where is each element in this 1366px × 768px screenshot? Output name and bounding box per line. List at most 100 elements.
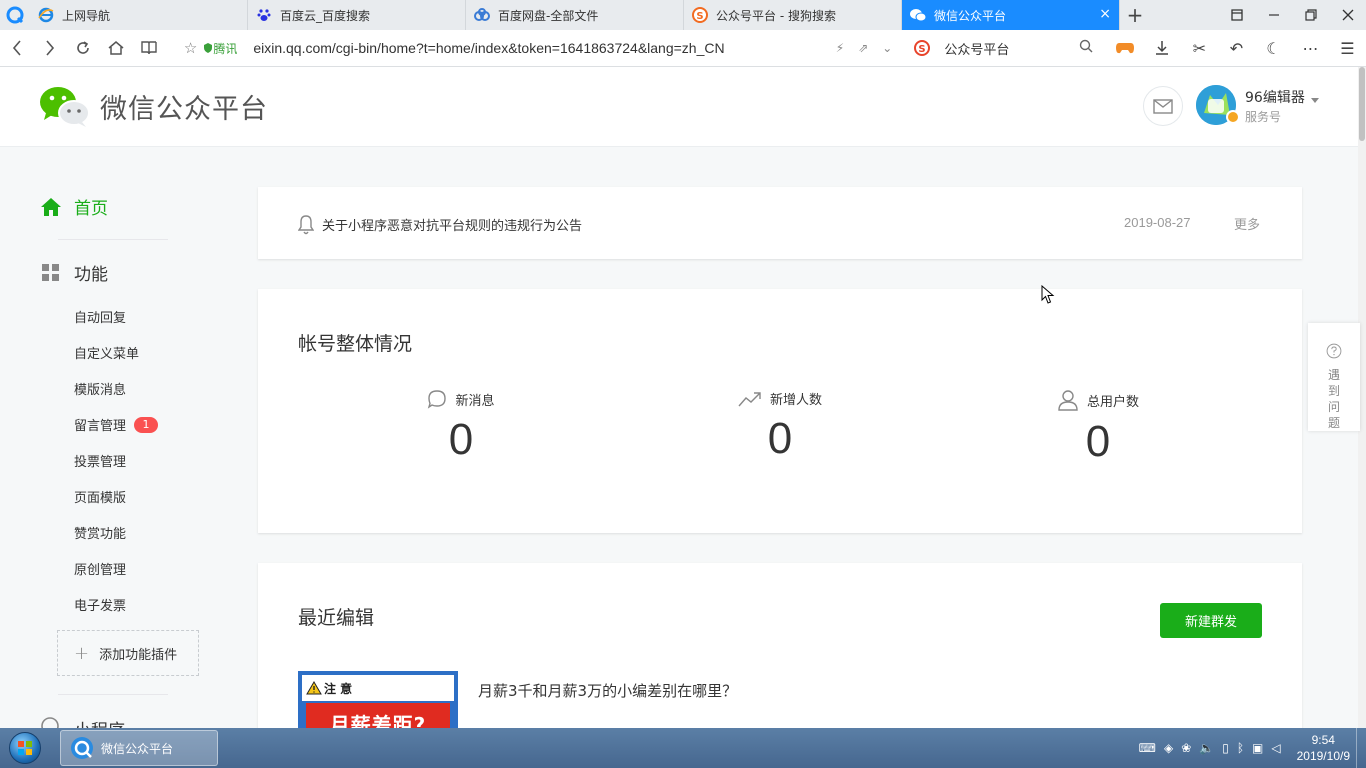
refresh-icon[interactable]	[66, 30, 99, 67]
tab-baidu-search[interactable]: 百度云_百度搜索	[248, 0, 466, 30]
tab-nav[interactable]: 上网导航	[30, 0, 248, 30]
restore-icon[interactable]	[1292, 0, 1329, 30]
sidebar-item-template-msg[interactable]: 模版消息	[74, 379, 126, 398]
sidebar-item-custom-menu[interactable]: 自定义菜单	[74, 343, 139, 362]
tab-sogou-search[interactable]: S 公众号平台 - 搜狗搜索	[684, 0, 902, 30]
verified-badge-icon	[1226, 110, 1240, 124]
browser-logo-icon[interactable]	[0, 0, 30, 30]
sidebar-item-auto-reply[interactable]: 自动回复	[74, 307, 126, 326]
more-icon[interactable]: ⋯	[1292, 39, 1329, 58]
new-mass-send-button[interactable]: 新建群发	[1160, 603, 1262, 638]
network-icon[interactable]: ▣	[1252, 741, 1263, 755]
stat-new-followers[interactable]: 新增人数 0	[700, 389, 860, 479]
tab-close-icon[interactable]: ×	[1099, 6, 1111, 22]
sidebar-item-invoice[interactable]: 电子发票	[74, 595, 126, 614]
cloud-disk-icon	[474, 7, 490, 23]
ie-icon	[38, 7, 54, 23]
chevron-down-icon[interactable]: ⌄	[882, 41, 892, 55]
undo-icon[interactable]: ↶	[1218, 39, 1255, 58]
sidebar-item-reward[interactable]: 赞赏功能	[74, 523, 126, 542]
tab-wechat-mp[interactable]: 微信公众平台 ×	[902, 0, 1120, 30]
article-title-link[interactable]: 月薪3千和月薪3万的小编差别在哪里？	[478, 680, 737, 701]
notice-more-link[interactable]: 更多	[1234, 214, 1260, 233]
close-window-icon[interactable]	[1329, 0, 1366, 30]
new-tab-button[interactable]: +	[1120, 0, 1150, 30]
tray-app-icon[interactable]: ◈	[1164, 741, 1173, 755]
sidebar-item-label: 自定义菜单	[74, 347, 140, 362]
overview-title: 帐号整体情况	[298, 333, 413, 355]
menu-icon[interactable]: ☰	[1329, 39, 1366, 58]
address-bar: ☆ 腾讯 eixin.qq.com/cgi-bin/home?t=home/in…	[0, 30, 1366, 67]
volume-icon[interactable]: 🔈	[1199, 741, 1214, 755]
download-icon[interactable]	[1144, 39, 1181, 58]
add-plugin-button[interactable]: + 添加功能插件	[57, 630, 199, 676]
caret-down-icon[interactable]	[1311, 98, 1319, 103]
bluetooth-icon[interactable]: ᛒ	[1237, 741, 1244, 755]
tab-baidu-pan[interactable]: 百度网盘-全部文件	[466, 0, 684, 30]
tab-title: 百度网盘-全部文件	[498, 8, 599, 23]
sidebar-toggle-icon[interactable]	[1218, 0, 1255, 30]
account-name[interactable]: 96编辑器	[1245, 87, 1305, 107]
back-icon[interactable]	[0, 30, 33, 67]
stat-new-messages[interactable]: 新消息 0	[381, 389, 541, 479]
forward-icon[interactable]	[33, 30, 66, 67]
mail-button[interactable]	[1143, 86, 1183, 126]
night-mode-icon[interactable]: ☾	[1255, 39, 1292, 58]
search-icon[interactable]	[1079, 39, 1093, 57]
speaker-icon[interactable]: ◁	[1271, 741, 1280, 755]
url-text[interactable]: eixin.qq.com/cgi-bin/home?t=home/index&t…	[253, 40, 724, 56]
sidebar-item-original[interactable]: 原创管理	[74, 559, 126, 578]
game-icon[interactable]	[1107, 39, 1144, 58]
tray-app2-icon[interactable]: ❀	[1181, 741, 1191, 755]
tab-title: 百度云_百度搜索	[280, 8, 371, 23]
search-input[interactable]: 公众号平台	[944, 39, 1079, 58]
sidebar-item-mini-program[interactable]: 小程序	[40, 716, 125, 728]
minimize-icon[interactable]	[1255, 0, 1292, 30]
notice-card: 关于小程序恶意对抗平台规则的违规行为公告 2019-08-27 更多	[258, 187, 1302, 259]
sidebar-item-label: 赞赏功能	[74, 527, 127, 542]
taskbar-item-browser[interactable]: 微信公众平台	[60, 730, 218, 766]
sidebar-item-comments[interactable]: 留言管理 1	[74, 415, 159, 434]
notice-link[interactable]: 关于小程序恶意对抗平台规则的违规行为公告	[322, 215, 582, 234]
svg-text:S: S	[919, 44, 926, 55]
windows-logo-icon	[9, 732, 41, 764]
mini-program-icon	[41, 717, 59, 728]
stat-total-users[interactable]: 总用户数 0	[1018, 389, 1178, 479]
sidebar-item-home[interactable]: 首页	[40, 194, 108, 219]
recent-edit-card: 最近编辑 新建群发 注 意 月薪差距? 月薪3千和月薪3万的小编差别在哪里？	[258, 563, 1302, 743]
browser-app-icon	[71, 737, 93, 759]
sidebar-item-function[interactable]: 功能	[42, 260, 108, 285]
keyboard-icon[interactable]: ⌨	[1139, 741, 1156, 755]
question-icon	[1326, 343, 1342, 359]
home-icon[interactable]	[100, 30, 133, 67]
window-controls	[1218, 0, 1366, 30]
share-icon[interactable]: ⇗	[858, 41, 868, 55]
stat-label: 新增人数	[769, 393, 822, 408]
url-field[interactable]: ☆ 腾讯 eixin.qq.com/cgi-bin/home?t=home/in…	[184, 30, 820, 67]
thumb-warn-text: 注 意	[324, 681, 353, 696]
usb-icon[interactable]: ▯	[1222, 741, 1229, 755]
bell-icon	[297, 215, 315, 239]
site-label: 腾讯	[213, 41, 238, 56]
stat-label: 新消息	[455, 393, 495, 409]
stat-value: 0	[767, 414, 793, 463]
account-type: 服务号	[1245, 110, 1282, 124]
scissors-icon[interactable]: ✂	[1181, 39, 1218, 58]
help-float-button[interactable]: 遇到问题	[1308, 323, 1360, 431]
site-identity[interactable]: 腾讯	[203, 40, 237, 57]
sogou-search-engine-icon[interactable]: S	[912, 38, 932, 58]
start-button[interactable]	[0, 728, 50, 768]
reader-icon[interactable]	[133, 30, 166, 67]
sidebar-mini-label: 小程序	[74, 716, 125, 728]
bookmark-star-icon[interactable]: ☆	[184, 39, 197, 57]
sidebar-item-page-template[interactable]: 页面模版	[74, 487, 126, 506]
search-box[interactable]: S 公众号平台	[912, 38, 1093, 58]
sidebar-item-vote[interactable]: 投票管理	[74, 451, 126, 470]
show-desktop-button[interactable]	[1356, 728, 1366, 768]
browser-tab-bar: 上网导航 百度云_百度搜索 百度网盘-全部文件 S 公众号平台 - 搜狗搜索 微…	[0, 0, 1366, 30]
mp-logo[interactable]: 微信公众平台	[40, 85, 268, 127]
taskbar-clock[interactable]: 9:54 2019/10/9	[1297, 732, 1350, 764]
sidebar-item-label: 投票管理	[74, 455, 127, 470]
lightning-icon[interactable]: ⚡	[836, 41, 844, 55]
scrollbar-thumb[interactable]	[1359, 67, 1365, 141]
